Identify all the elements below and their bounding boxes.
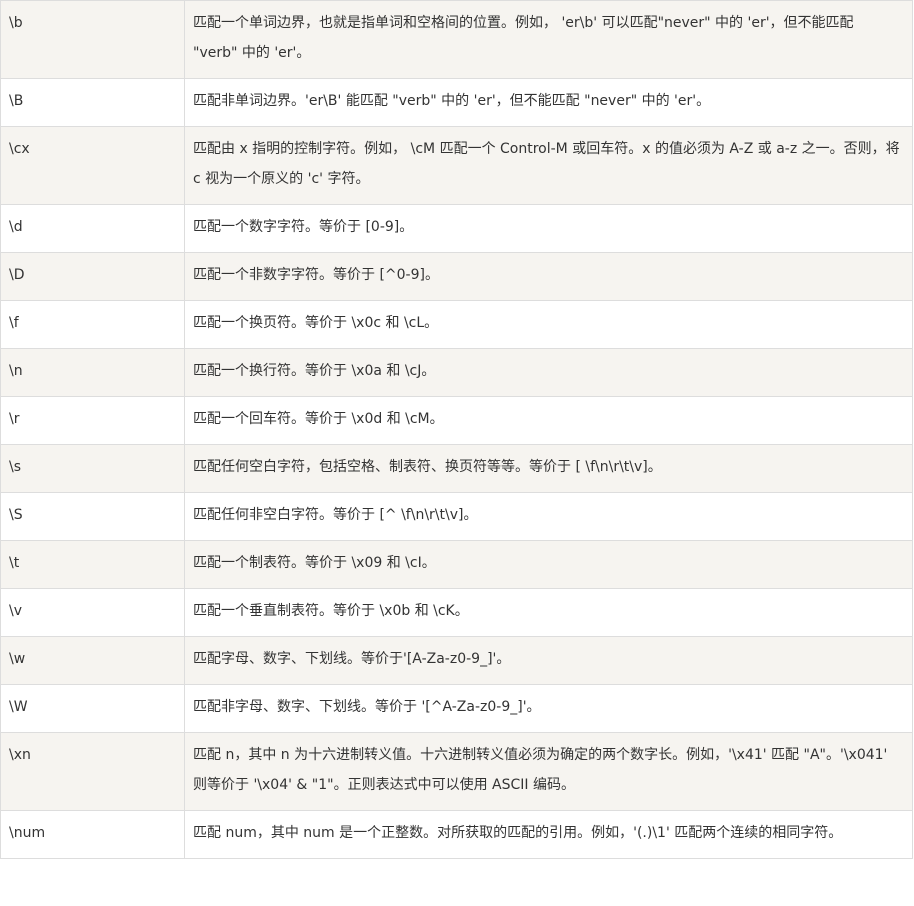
description-cell: 匹配一个换页符。等价于 \x0c 和 \cL。 [184, 300, 913, 349]
table-row: \t 匹配一个制表符。等价于 \x09 和 \cI。 [0, 540, 913, 589]
table-row: \r 匹配一个回车符。等价于 \x0d 和 \cM。 [0, 396, 913, 445]
metachar-cell: \b [0, 0, 185, 79]
metachar-cell: \S [0, 492, 185, 541]
table-row: \B 匹配非单词边界。'er\B' 能匹配 "verb" 中的 'er'，但不能… [0, 78, 913, 127]
description-cell: 匹配任何非空白字符。等价于 [^ \f\n\r\t\v]。 [184, 492, 913, 541]
metachar-cell: \v [0, 588, 185, 637]
table-row: \n 匹配一个换行符。等价于 \x0a 和 \cJ。 [0, 348, 913, 397]
table-row: \w 匹配字母、数字、下划线。等价于'[A-Za-z0-9_]'。 [0, 636, 913, 685]
description-cell: 匹配字母、数字、下划线。等价于'[A-Za-z0-9_]'。 [184, 636, 913, 685]
metachar-cell: \d [0, 204, 185, 253]
metachar-cell: \f [0, 300, 185, 349]
description-cell: 匹配 num，其中 num 是一个正整数。对所获取的匹配的引用。例如，'(.)\… [184, 810, 913, 859]
description-cell: 匹配非字母、数字、下划线。等价于 '[^A-Za-z0-9_]'。 [184, 684, 913, 733]
description-cell: 匹配一个换行符。等价于 \x0a 和 \cJ。 [184, 348, 913, 397]
metachar-cell: \num [0, 810, 185, 859]
metachar-cell: \r [0, 396, 185, 445]
table-row: \S 匹配任何非空白字符。等价于 [^ \f\n\r\t\v]。 [0, 492, 913, 541]
description-cell: 匹配由 x 指明的控制字符。例如， \cM 匹配一个 Control-M 或回车… [184, 126, 913, 205]
metachar-cell: \n [0, 348, 185, 397]
table-row: \f 匹配一个换页符。等价于 \x0c 和 \cL。 [0, 300, 913, 349]
metachar-cell: \cx [0, 126, 185, 205]
table-row: \v 匹配一个垂直制表符。等价于 \x0b 和 \cK。 [0, 588, 913, 637]
table-row: \d 匹配一个数字字符。等价于 [0-9]。 [0, 204, 913, 253]
description-cell: 匹配非单词边界。'er\B' 能匹配 "verb" 中的 'er'，但不能匹配 … [184, 78, 913, 127]
metachar-cell: \W [0, 684, 185, 733]
metachar-cell: \t [0, 540, 185, 589]
metachar-cell: \s [0, 444, 185, 493]
table-row: \D 匹配一个非数字字符。等价于 [^0-9]。 [0, 252, 913, 301]
description-cell: 匹配一个非数字字符。等价于 [^0-9]。 [184, 252, 913, 301]
description-cell: 匹配 n，其中 n 为十六进制转义值。十六进制转义值必须为确定的两个数字长。例如… [184, 732, 913, 811]
table-row: \b 匹配一个单词边界，也就是指单词和空格间的位置。例如， 'er\b' 可以匹… [0, 0, 913, 79]
description-cell: 匹配一个制表符。等价于 \x09 和 \cI。 [184, 540, 913, 589]
description-cell: 匹配一个垂直制表符。等价于 \x0b 和 \cK。 [184, 588, 913, 637]
metachar-cell: \w [0, 636, 185, 685]
description-cell: 匹配一个单词边界，也就是指单词和空格间的位置。例如， 'er\b' 可以匹配"n… [184, 0, 913, 79]
table-row: \W 匹配非字母、数字、下划线。等价于 '[^A-Za-z0-9_]'。 [0, 684, 913, 733]
table-row: \s 匹配任何空白字符，包括空格、制表符、换页符等等。等价于 [ \f\n\r\… [0, 444, 913, 493]
table-row: \cx 匹配由 x 指明的控制字符。例如， \cM 匹配一个 Control-M… [0, 126, 913, 205]
description-cell: 匹配任何空白字符，包括空格、制表符、换页符等等。等价于 [ \f\n\r\t\v… [184, 444, 913, 493]
table-row: \xn 匹配 n，其中 n 为十六进制转义值。十六进制转义值必须为确定的两个数字… [0, 732, 913, 811]
regex-metacharacter-table: \b 匹配一个单词边界，也就是指单词和空格间的位置。例如， 'er\b' 可以匹… [0, 0, 913, 859]
metachar-cell: \xn [0, 732, 185, 811]
description-cell: 匹配一个回车符。等价于 \x0d 和 \cM。 [184, 396, 913, 445]
table-row: \num 匹配 num，其中 num 是一个正整数。对所获取的匹配的引用。例如，… [0, 810, 913, 859]
description-cell: 匹配一个数字字符。等价于 [0-9]。 [184, 204, 913, 253]
metachar-cell: \D [0, 252, 185, 301]
metachar-cell: \B [0, 78, 185, 127]
